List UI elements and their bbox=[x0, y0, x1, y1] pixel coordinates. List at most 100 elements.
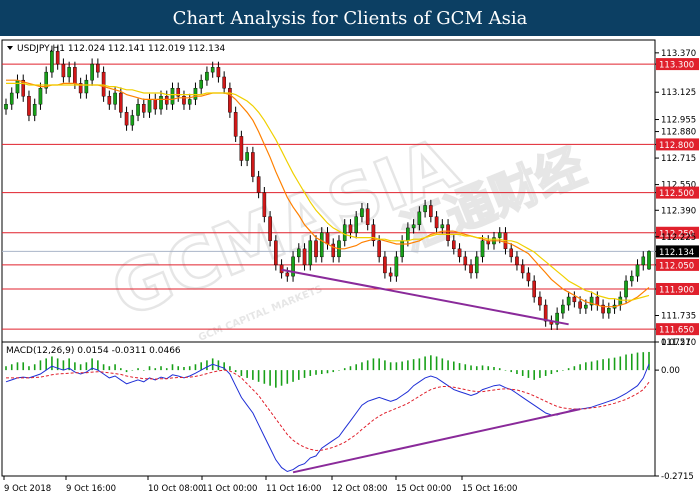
macd-histogram-bar bbox=[424, 356, 426, 371]
macd-histogram-bar bbox=[22, 362, 25, 371]
macd-histogram-bar bbox=[137, 368, 139, 371]
macd-histogram-bar bbox=[125, 370, 128, 373]
chart-area: GCMASIA GCM CAPITAL MARKETS 汇通财经 113.370… bbox=[0, 36, 700, 500]
macd-histogram-bar bbox=[412, 359, 415, 371]
macd-histogram-bar bbox=[544, 370, 547, 376]
macd-histogram-bar bbox=[378, 358, 380, 371]
candle-body bbox=[84, 79, 89, 94]
candle-body bbox=[73, 67, 77, 84]
candle-body bbox=[538, 296, 542, 306]
macd-histogram-bar bbox=[349, 366, 352, 371]
macd-header: MACD(12,26,9) 0.0154 -0.0311 0.0466 bbox=[6, 346, 181, 356]
macd-histogram-bar bbox=[481, 365, 484, 371]
time-axis-label: 11 Oct 00:00 bbox=[202, 484, 257, 494]
macd-histogram-bar bbox=[372, 358, 375, 371]
macd-histogram-bar bbox=[343, 368, 346, 371]
macd-histogram-bar bbox=[458, 363, 461, 371]
candle-body bbox=[308, 240, 313, 266]
candle-body bbox=[164, 96, 169, 105]
candle-body bbox=[325, 232, 330, 245]
macd-histogram-bar bbox=[246, 370, 248, 378]
macd-histogram-bar bbox=[642, 352, 645, 371]
macd-histogram-bar bbox=[585, 362, 587, 371]
candle-body bbox=[360, 208, 364, 217]
candle-body bbox=[578, 301, 582, 309]
candle-body bbox=[520, 264, 525, 274]
price-axis-label: 112.955 bbox=[661, 116, 696, 126]
candle-body bbox=[532, 280, 536, 298]
macd-histogram-bar bbox=[108, 366, 111, 371]
time-axis: 9 Oct 2018 9 Oct 16:00 10 Oct 08:0011 Oct … bbox=[3, 476, 517, 494]
macd-histogram-bar bbox=[131, 370, 134, 371]
macd-histogram-bar bbox=[28, 366, 30, 371]
macd-histogram-bar bbox=[384, 360, 386, 371]
price-level-label: 111.650 bbox=[659, 326, 694, 336]
candle-body bbox=[411, 224, 416, 229]
price-chart-svg: GCMASIA GCM CAPITAL MARKETS 汇通财经 113.370… bbox=[1, 39, 699, 494]
macd-histogram-bar bbox=[533, 370, 535, 380]
candle-body bbox=[268, 216, 272, 241]
macd-histogram-bar bbox=[275, 370, 277, 388]
candle-body bbox=[296, 248, 301, 258]
macd-histogram-bar bbox=[608, 358, 610, 371]
candle-body bbox=[400, 240, 404, 258]
macd-histogram-bar bbox=[521, 370, 524, 376]
macd-histogram-bar bbox=[613, 357, 616, 371]
candle-body bbox=[32, 104, 37, 116]
candle-body bbox=[216, 67, 221, 78]
price-header: USDJPY,H1 112.024 112.141 112.019 112.13… bbox=[17, 44, 226, 54]
macd-histogram-bar bbox=[562, 370, 564, 371]
price-level-label: 111.900 bbox=[659, 285, 694, 295]
candle-body bbox=[469, 264, 473, 274]
candle-body bbox=[480, 240, 485, 258]
candle-body bbox=[394, 256, 399, 277]
candle-body bbox=[543, 304, 548, 322]
candle-body bbox=[61, 63, 66, 78]
macd-histogram-bar bbox=[332, 370, 335, 373]
price-axis-label: 112.880 bbox=[661, 128, 696, 138]
macd-histogram-bar bbox=[263, 370, 266, 384]
macd-histogram-bar bbox=[493, 366, 495, 371]
macd-histogram-bar bbox=[194, 364, 197, 371]
macd-histogram-bar bbox=[234, 370, 237, 373]
candle-body bbox=[96, 63, 100, 73]
macd-histogram-bar bbox=[320, 370, 323, 375]
price-axis-label: 113.370 bbox=[661, 49, 696, 59]
macd-histogram-bar bbox=[292, 370, 294, 382]
macd-histogram-bar bbox=[5, 366, 7, 371]
macd-histogram-bar bbox=[10, 364, 13, 371]
macd-histogram-bar bbox=[51, 356, 53, 371]
candle-body bbox=[319, 232, 324, 258]
macd-axis-label: 0.0721 bbox=[661, 338, 691, 348]
candle-body bbox=[572, 296, 577, 303]
macd-histogram-bar bbox=[269, 370, 271, 386]
macd-histogram-bar bbox=[200, 362, 202, 371]
candle-body bbox=[159, 96, 163, 110]
macd-histogram-bar bbox=[171, 364, 174, 371]
price-axis-label: 112.225 bbox=[661, 233, 696, 243]
price-axis-label: 112.390 bbox=[661, 206, 696, 216]
macd-histogram-bar bbox=[418, 358, 421, 371]
candle-body bbox=[457, 248, 462, 258]
candle-body bbox=[440, 224, 445, 229]
macd-histogram-bar bbox=[567, 368, 570, 371]
macd-histogram-bar bbox=[475, 366, 478, 371]
candle-body bbox=[365, 208, 370, 225]
candle-body bbox=[187, 99, 192, 105]
macd-histogram-bar bbox=[206, 360, 208, 371]
time-axis-label: 9 Oct 2018 bbox=[4, 484, 51, 494]
candle-body bbox=[635, 264, 640, 277]
macd-histogram-bar bbox=[39, 360, 42, 371]
macd-histogram-bar bbox=[407, 360, 409, 371]
macd-histogram-bar bbox=[177, 366, 180, 371]
price-axis: 113.370 113.300 113.125 112.955 112.880 112.8… bbox=[655, 49, 699, 348]
candle-body bbox=[417, 211, 422, 225]
macd-histogram-bar bbox=[286, 370, 289, 384]
macd-histogram-bar bbox=[430, 355, 432, 371]
macd-histogram-bar bbox=[470, 365, 472, 371]
candle-body bbox=[228, 87, 232, 113]
candle-body bbox=[446, 224, 450, 241]
candle-body bbox=[256, 176, 261, 193]
candle-body bbox=[210, 67, 215, 73]
time-axis-label: 11 Oct 16:00 bbox=[266, 484, 321, 494]
